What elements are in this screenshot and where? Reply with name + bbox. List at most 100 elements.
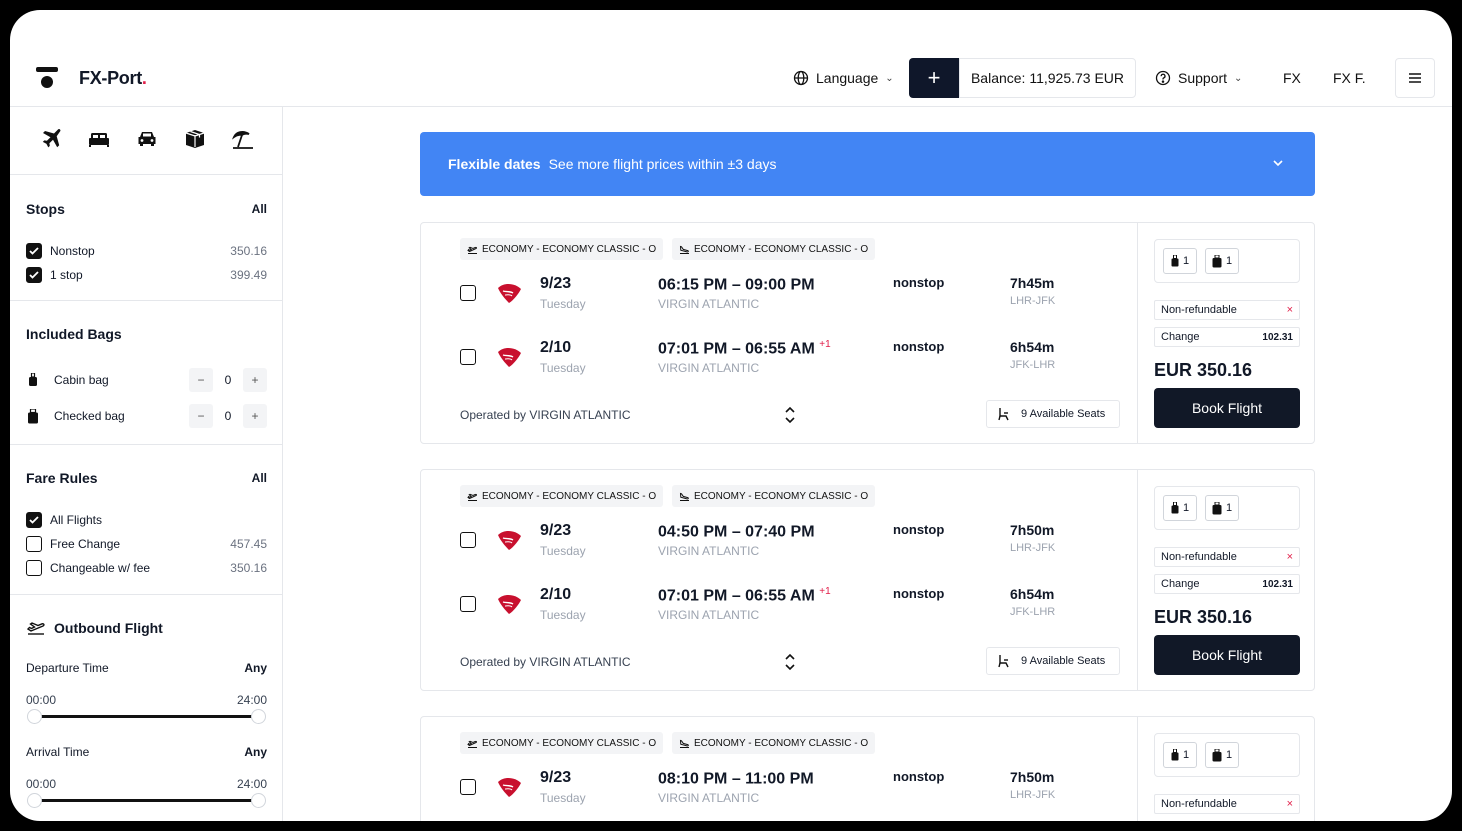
language-selector[interactable]: Language ⌄ — [793, 58, 894, 98]
checked-bag-icon — [1212, 254, 1222, 267]
fare-option-free-change[interactable]: Free Change 457.45 — [26, 535, 267, 553]
fare-rules-title: Fare Rules — [26, 470, 98, 486]
checked-bag-allowance: 1 — [1205, 248, 1239, 274]
arrival-range-values: 00:00 24:00 — [26, 777, 267, 791]
flight-result-card: ECONOMY - ECONOMY CLASSIC - O ECONOMY - … — [420, 469, 1315, 691]
departure-slider-max-handle[interactable] — [251, 709, 266, 724]
flexible-dates-banner[interactable]: Flexible dates See more flight prices wi… — [420, 132, 1315, 196]
arrival-slider-track[interactable] — [34, 799, 258, 802]
checked-bag-decrement[interactable]: − — [189, 404, 213, 428]
expand-collapse-icon[interactable] — [783, 406, 797, 424]
fare-option-price: 457.45 — [230, 537, 267, 551]
stop-option-price: 399.49 — [230, 268, 267, 282]
departure-plane-icon — [26, 622, 45, 635]
top-header: FX-Port. Language ⌄ + Balance: 11,925.73… — [10, 10, 1452, 107]
stops-filter: Stops All Nonstop 350.16 1 stop 399.49 — [10, 175, 283, 301]
refund-policy: Non-refundable × — [1154, 300, 1300, 320]
seat-icon — [998, 408, 1009, 421]
stop-option-1stop[interactable]: 1 stop 399.49 — [26, 266, 267, 284]
book-flight-button[interactable]: Book Flight — [1154, 635, 1300, 675]
chevron-down-icon[interactable] — [1271, 156, 1285, 170]
fare-rules-all-link[interactable]: All — [252, 471, 267, 485]
departure-slider-min-handle[interactable] — [27, 709, 42, 724]
arrival-slider-max-handle[interactable] — [251, 793, 266, 808]
currency-link[interactable]: FX — [1283, 58, 1301, 98]
checked-bag-allowance: 1 — [1205, 742, 1239, 768]
checkbox-checked[interactable] — [26, 243, 42, 259]
leg-checkbox[interactable] — [460, 779, 476, 795]
bed-icon[interactable] — [87, 127, 111, 151]
leg-day: Tuesday — [540, 791, 586, 805]
leg-carrier: VIRGIN ATLANTIC — [658, 361, 760, 375]
leg-route: JFK-LHR — [1010, 606, 1056, 618]
checked-bag-count: 0 — [224, 409, 232, 423]
stop-option-label: 1 stop — [50, 268, 83, 282]
cabin-bag-label: Cabin bag — [54, 373, 109, 387]
support-menu[interactable]: Support ⌄ — [1155, 58, 1242, 98]
cabin-bag-allowance: 1 — [1163, 742, 1197, 768]
available-seats-label: 9 Available Seats — [1021, 655, 1106, 667]
plane-icon[interactable] — [39, 127, 63, 151]
cabin-bag-icon — [1171, 255, 1179, 267]
arrival-time-any[interactable]: Any — [244, 745, 267, 759]
leg-carrier: VIRGIN ATLANTIC — [658, 791, 760, 805]
filter-sidebar: Stops All Nonstop 350.16 1 stop 399.49 I… — [10, 107, 283, 821]
fare-class-tag: ECONOMY - ECONOMY CLASSIC - O — [672, 732, 876, 754]
leg-checkbox[interactable] — [460, 285, 476, 301]
fare-class-tag: ECONOMY - ECONOMY CLASSIC - O — [460, 238, 664, 260]
departure-slider-track[interactable] — [34, 715, 258, 718]
brand-logo[interactable]: FX-Port. — [79, 68, 147, 89]
leg-route: JFK-LHR — [1010, 359, 1056, 371]
add-funds-button[interactable]: + — [909, 58, 959, 98]
cabin-bag-icon — [1171, 502, 1179, 514]
checked-bag-increment[interactable]: + — [243, 404, 267, 428]
package-icon[interactable] — [183, 127, 207, 151]
fare-option-changeable-fee[interactable]: Changeable w/ fee 350.16 — [26, 559, 267, 577]
stop-option-label: Nonstop — [50, 244, 95, 258]
baggage-allowance: 1 1 — [1154, 486, 1300, 530]
arrival-min: 00:00 — [26, 777, 57, 791]
cabin-bag-count: 0 — [224, 373, 232, 387]
arrival-slider-min-handle[interactable] — [27, 793, 42, 808]
bags-filter: Included Bags Cabin bag − 0 + Checked ba… — [10, 301, 283, 445]
expand-collapse-icon[interactable] — [783, 653, 797, 671]
help-circle-icon — [1155, 70, 1171, 86]
leg-checkbox[interactable] — [460, 532, 476, 548]
hamburger-menu-button[interactable] — [1395, 58, 1435, 98]
car-icon[interactable] — [135, 127, 159, 151]
balance-display[interactable]: Balance: 11,925.73 EUR — [959, 58, 1136, 98]
departure-range-values: 00:00 24:00 — [26, 693, 267, 707]
bags-title: Included Bags — [26, 326, 122, 342]
cabin-bag-increment[interactable]: + — [243, 368, 267, 392]
checkbox-checked[interactable] — [26, 267, 42, 283]
leg-day: Tuesday — [540, 297, 586, 311]
baggage-allowance: 1 1 — [1154, 733, 1300, 777]
available-seats-button[interactable]: 9 Available Seats — [986, 647, 1120, 675]
leg-route: LHR-JFK — [1010, 789, 1056, 801]
fare-class-tag: ECONOMY - ECONOMY CLASSIC - O — [460, 485, 664, 507]
flight-result-card: ECONOMY - ECONOMY CLASSIC - O ECONOMY - … — [420, 716, 1315, 821]
leg-date: 2/10 — [540, 339, 572, 356]
flight-leg-outbound: 9/23 Tuesday 04:50 PM – 07:40 PM VIRGIN … — [421, 522, 1137, 566]
fare-option-all-flights[interactable]: All Flights — [26, 511, 267, 529]
logo-icon[interactable] — [36, 67, 58, 91]
cabin-bag-icon — [1171, 749, 1179, 761]
user-menu[interactable]: FX F. — [1333, 58, 1366, 98]
fare-class-tag: ECONOMY - ECONOMY CLASSIC - O — [672, 485, 876, 507]
leg-checkbox[interactable] — [460, 596, 476, 612]
book-flight-button[interactable]: Book Flight — [1154, 388, 1300, 428]
fare-option-price: 350.16 — [230, 561, 267, 575]
stop-option-nonstop[interactable]: Nonstop 350.16 — [26, 242, 267, 260]
departure-time-any[interactable]: Any — [244, 661, 267, 675]
cabin-bag-decrement[interactable]: − — [189, 368, 213, 392]
checkbox-unchecked[interactable] — [26, 536, 42, 552]
checkbox-checked[interactable] — [26, 512, 42, 528]
stops-all-link[interactable]: All — [252, 202, 267, 216]
checkbox-unchecked[interactable] — [26, 560, 42, 576]
takeoff-icon — [467, 740, 477, 748]
available-seats-button[interactable]: 9 Available Seats — [986, 400, 1120, 428]
leg-carrier: VIRGIN ATLANTIC — [658, 297, 760, 311]
leg-checkbox[interactable] — [460, 349, 476, 365]
total-price: EUR 350.16 — [1154, 360, 1253, 380]
beach-icon[interactable] — [231, 127, 255, 151]
